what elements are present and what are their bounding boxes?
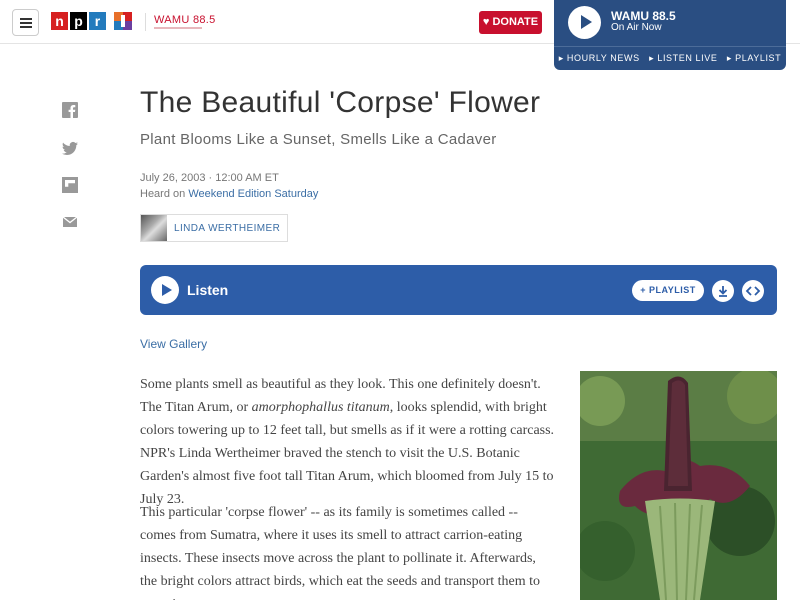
- paragraph-2: This particular 'corpse flower' -- as it…: [140, 505, 541, 600]
- audio-player: Listen + PLAYLIST: [140, 265, 777, 315]
- article-title: The Beautiful 'Corpse' Flower: [140, 86, 541, 119]
- article-dateline: July 26, 2003 · 12:00 AM ET: [140, 172, 279, 184]
- live-radio-player: WAMU 88.5 On Air Now ▸ HOURLY NEWS ▸ LIS…: [554, 0, 786, 70]
- heart-icon: ♥: [482, 16, 490, 28]
- hourly-news-link[interactable]: ▸ HOURLY NEWS: [559, 53, 640, 64]
- live-status: On Air Now: [611, 22, 662, 33]
- npr-logo-r: r: [89, 12, 106, 30]
- npr-logo-p: p: [70, 12, 87, 30]
- add-to-playlist-button[interactable]: + PLAYLIST: [632, 280, 704, 301]
- playlist-link[interactable]: ▸ PLAYLIST: [727, 53, 781, 64]
- header-divider: [145, 13, 146, 31]
- twitter-icon[interactable]: [62, 140, 78, 156]
- embed-icon[interactable]: [742, 280, 764, 302]
- donate-label: DONATE: [492, 16, 539, 28]
- species-name: amorphophallus titanum: [251, 400, 390, 415]
- listen-label[interactable]: Listen: [187, 282, 228, 298]
- heard-on-prefix: Heard on: [140, 188, 189, 200]
- facebook-icon[interactable]: [62, 102, 78, 118]
- download-icon[interactable]: [712, 280, 734, 302]
- paragraph-1: Some plants smell as beautiful as they l…: [140, 377, 555, 507]
- email-icon[interactable]: [62, 214, 78, 230]
- play-icon[interactable]: [151, 276, 179, 304]
- live-links: ▸ HOURLY NEWS ▸ LISTEN LIVE ▸ PLAYLIST: [554, 46, 786, 70]
- station-logo[interactable]: WAMU 88.5: [154, 14, 216, 26]
- article-subtitle: Plant Blooms Like a Sunset, Smells Like …: [140, 131, 497, 148]
- corpse-flower-photo[interactable]: [580, 371, 777, 600]
- listen-live-link[interactable]: ▸ LISTEN LIVE: [649, 53, 717, 64]
- station-logo-tagline: [154, 27, 202, 29]
- plus-icon: +: [640, 285, 647, 295]
- hamburger-icon: [20, 18, 32, 20]
- view-gallery-link[interactable]: View Gallery: [140, 337, 207, 351]
- station-mark-icon[interactable]: [114, 12, 132, 30]
- author-avatar: [141, 215, 167, 241]
- byline[interactable]: LINDA WERTHEIMER: [140, 214, 288, 242]
- npr-logo-n: n: [51, 12, 68, 30]
- show-link[interactable]: Weekend Edition Saturday: [188, 188, 318, 200]
- heard-on: Heard on Weekend Edition Saturday: [140, 188, 318, 200]
- author-name: LINDA WERTHEIMER: [174, 223, 281, 234]
- npr-logo[interactable]: n p r: [51, 12, 106, 30]
- menu-button[interactable]: [12, 9, 39, 36]
- donate-button[interactable]: ♥ DONATE: [479, 11, 542, 34]
- live-station-name: WAMU 88.5: [611, 9, 676, 23]
- flipboard-icon[interactable]: [62, 177, 78, 193]
- live-play-button[interactable]: [568, 6, 601, 39]
